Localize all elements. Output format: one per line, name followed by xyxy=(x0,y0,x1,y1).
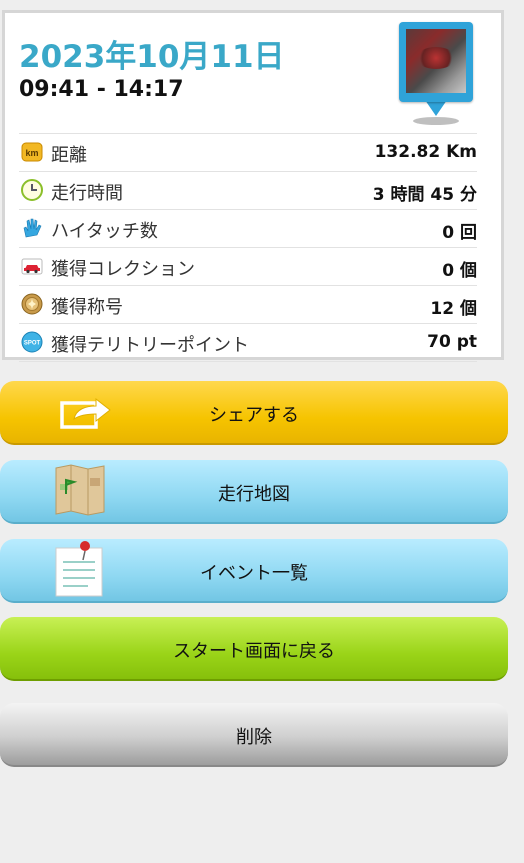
motorcycle-photo xyxy=(406,29,466,93)
medal-icon xyxy=(21,293,43,315)
stat-label: 獲得コレクション xyxy=(51,259,195,280)
car-icon xyxy=(21,258,43,275)
spot-icon-text: SPOT xyxy=(24,341,41,347)
stat-row-distance: km 距離 132.82 Km xyxy=(19,134,477,172)
ride-map-button-label: 走行地図 xyxy=(218,484,290,505)
ride-date: 2023年10月11日 xyxy=(19,39,285,75)
stat-row-titles: 獲得称号 12 個 xyxy=(19,286,477,324)
stat-value: 70 pt xyxy=(427,332,477,352)
km-icon-text: km xyxy=(25,148,38,158)
ride-time-range: 09:41 - 14:17 xyxy=(19,77,184,102)
stat-label: 獲得テリトリーポイント xyxy=(51,335,249,356)
stat-value: 0 個 xyxy=(442,261,477,281)
stat-row-collection: 獲得コレクション 0 個 xyxy=(19,248,477,286)
stat-label: 獲得称号 xyxy=(51,297,123,318)
back-to-start-button-label: スタート画面に戻る xyxy=(173,641,335,662)
stat-value: 0 回 xyxy=(442,223,477,243)
share-button-label: シェアする xyxy=(209,405,299,426)
stat-label: 走行時間 xyxy=(51,183,123,204)
spot-icon: SPOT xyxy=(21,331,43,353)
stat-label: 距離 xyxy=(51,145,87,166)
event-list-button-label: イベント一覧 xyxy=(200,563,308,584)
pin-tail xyxy=(425,100,447,116)
stat-value: 3 時間 45 分 xyxy=(372,185,477,205)
km-icon: km xyxy=(21,142,43,162)
stat-value: 132.82 Km xyxy=(374,142,477,162)
share-button[interactable]: シェアする xyxy=(0,381,508,445)
stat-row-high-touch: ハイタッチ数 0 回 xyxy=(19,210,477,248)
ride-summary-card: 2023年10月11日 09:41 - 14:17 km 距離 132.82 K… xyxy=(2,10,504,362)
back-to-start-button[interactable]: スタート画面に戻る xyxy=(0,617,508,681)
hand-icon xyxy=(23,218,42,238)
photo-frame xyxy=(399,22,473,102)
ride-map-button[interactable]: 走行地図 xyxy=(0,460,508,524)
delete-button[interactable]: 削除 xyxy=(0,703,508,767)
stat-row-territory-points: SPOT 獲得テリトリーポイント 70 pt xyxy=(19,324,477,362)
stat-value: 12 個 xyxy=(430,299,477,319)
pin-shadow xyxy=(413,117,459,125)
event-list-button[interactable]: イベント一覧 xyxy=(0,539,508,603)
ride-photo-pin[interactable] xyxy=(399,22,473,126)
stat-row-ride-time: 走行時間 3 時間 45 分 xyxy=(19,172,477,210)
stats-list: km 距離 132.82 Km 走行時間 3 時間 45 分 ハイタッチ数 0 … xyxy=(19,133,477,362)
clock-icon xyxy=(21,179,43,201)
stat-label: ハイタッチ数 xyxy=(51,221,158,242)
delete-button-label: 削除 xyxy=(236,727,272,748)
